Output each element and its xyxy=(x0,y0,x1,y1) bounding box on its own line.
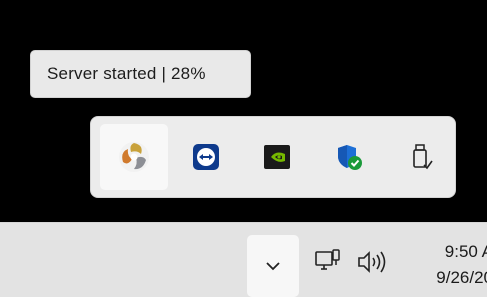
nvidia-icon[interactable] xyxy=(244,124,312,190)
volume-icon[interactable] xyxy=(356,249,388,280)
chevron-down-icon xyxy=(266,262,280,271)
server-app-icon[interactable] xyxy=(100,124,168,190)
clock-date: 9/26/20 xyxy=(436,268,487,287)
safely-remove-hardware-icon[interactable] xyxy=(387,124,455,190)
taskbar-clock[interactable]: 9:50 A 9/26/20 xyxy=(413,239,487,291)
network-icon[interactable] xyxy=(314,249,342,280)
desktop: Server started | 28% 9:50 9/26/2 xyxy=(0,0,487,297)
tray-overflow-flyout xyxy=(90,116,456,198)
taskbar: 9:50 A 9/26/20 xyxy=(0,222,487,297)
windows-security-icon[interactable] xyxy=(315,124,383,190)
tray-tooltip: Server started | 28% xyxy=(30,50,251,98)
teamviewer-icon[interactable] xyxy=(172,124,240,190)
show-hidden-icons-button[interactable] xyxy=(247,235,299,297)
clock-time: 9:50 A xyxy=(444,242,487,261)
tooltip-text: Server started | 28% xyxy=(47,64,206,83)
